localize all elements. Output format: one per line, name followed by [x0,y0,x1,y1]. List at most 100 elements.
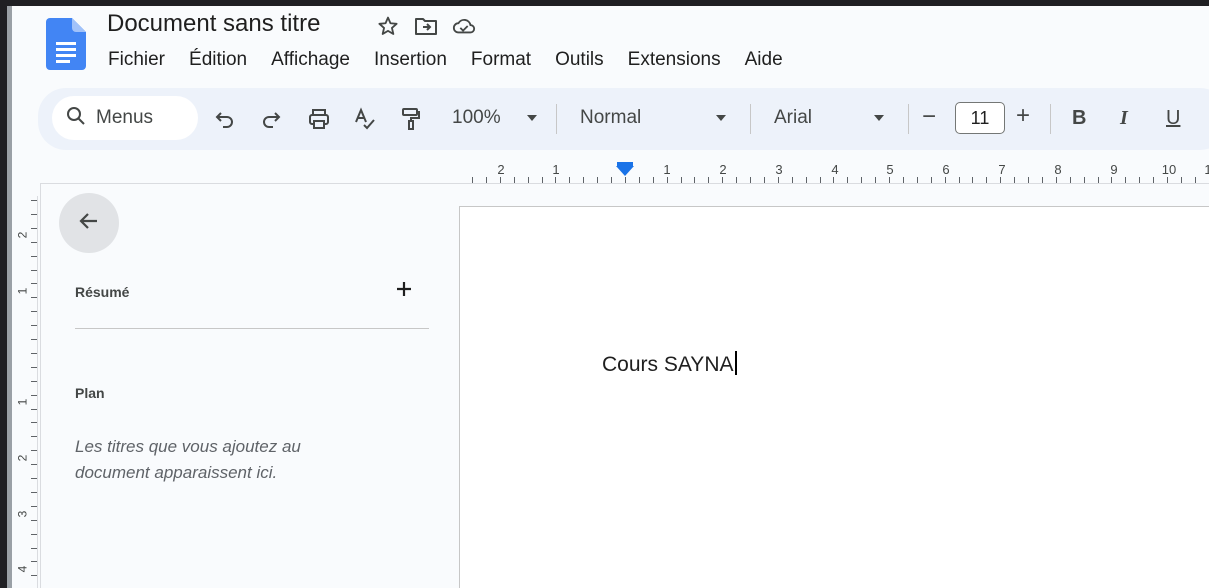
bold-button[interactable]: B [1072,107,1086,130]
ruler-tick [652,177,654,183]
ruler-tick [1014,177,1016,183]
ruler-tick [31,408,37,410]
ruler-tick [485,177,487,183]
left-indent-handle[interactable] [616,166,634,176]
ruler-tick [31,297,37,299]
vertical-ruler[interactable]: 2 1 1 2 3 4 [12,196,38,588]
outline-heading: Plan [75,385,105,401]
ruler-tick [513,177,515,183]
document-page[interactable]: Cours SAYNA [459,206,1209,588]
increase-font-size-button[interactable]: + [1016,102,1030,130]
menu-file[interactable]: Fichier [100,46,173,74]
print-icon[interactable] [306,106,332,132]
ruler-tick [31,283,37,285]
ruler-tick [1153,177,1155,183]
redo-icon[interactable] [258,106,284,132]
search-icon [66,106,86,131]
menu-tools[interactable]: Outils [547,46,612,74]
decrease-font-size-button[interactable]: − [922,103,936,131]
zoom-value[interactable]: 100% [452,107,501,129]
ruler-tick [31,200,37,201]
ruler-tick [31,422,37,424]
move-to-folder-icon[interactable] [414,14,438,38]
menu-help[interactable]: Aide [737,46,791,74]
outline-hint: Les titres que vous ajoutez au document … [75,437,301,482]
ruler-tick [694,177,696,183]
ruler-tick [791,177,793,183]
document-body-text[interactable]: Cours SAYNA [602,351,737,377]
close-outline-button[interactable] [59,193,119,253]
add-summary-button[interactable] [393,280,415,302]
toolbar-separator [750,104,751,134]
ruler-tick [31,547,37,549]
search-menus-button[interactable]: Menus [52,96,198,140]
ruler-tick [583,177,585,183]
ruler-tick [31,561,37,563]
undo-icon[interactable] [212,106,238,132]
ruler-tick [1194,177,1196,183]
ruler-number: 5 [886,162,894,177]
ruler-tick [611,177,612,183]
ruler-number: 1 [552,162,560,177]
ruler-tick [31,464,37,466]
zoom-caret-icon[interactable] [527,115,537,121]
toolbar: Menus 100% Normal Arial − 11 + B I U [38,88,1209,150]
ruler-tick [958,177,960,183]
ruler-number: 10 [1161,162,1177,177]
ruler-tick [31,241,37,243]
italic-button[interactable]: I [1120,107,1128,130]
ruler-number: 2 [15,454,30,462]
spellcheck-icon[interactable] [352,106,378,132]
toolbar-separator [556,104,557,134]
underline-button[interactable]: U [1166,107,1180,130]
menu-edit[interactable]: Édition [181,46,255,74]
ruler-tick [847,177,849,183]
ruler-tick [31,450,37,452]
ruler-tick [680,177,682,183]
font-caret-icon[interactable] [874,115,884,121]
ruler-tick [972,177,974,183]
ruler-tick [1125,177,1127,183]
ruler-number: 2 [497,162,505,177]
style-select[interactable]: Normal [580,107,641,129]
ruler-tick [819,177,821,183]
menu-extensions[interactable]: Extensions [620,46,729,74]
menu-view[interactable]: Affichage [263,46,358,74]
ruler-tick [541,177,543,183]
ruler-tick [916,177,918,183]
ruler-tick [1111,177,1113,183]
ruler-number: 3 [15,510,30,518]
style-caret-icon[interactable] [716,115,726,121]
ruler-tick [31,380,37,382]
ruler-tick [833,177,835,183]
ruler-number: 4 [15,565,30,573]
outline-divider [75,328,429,329]
ruler-tick [986,177,988,183]
ruler-number: 4 [831,162,839,177]
docs-app: Document sans titre Fichier Édition Affi… [12,6,1209,588]
ruler-number: 6 [942,162,950,177]
ruler-tick [944,177,946,183]
body-text-content: Cours SAYNA [602,353,734,376]
ruler-number: 3 [775,162,783,177]
ruler-number: 1 [663,162,671,177]
star-icon[interactable] [376,14,400,38]
summary-heading: Résumé [75,284,130,300]
ruler-number: 2 [15,231,30,239]
font-size-input[interactable]: 11 [955,102,1005,134]
horizontal-ruler[interactable]: 2 1 1 2 3 4 5 6 7 8 9 10 1 [40,154,1209,184]
ruler-tick [638,177,640,183]
menu-format[interactable]: Format [463,46,539,74]
menu-insert[interactable]: Insertion [366,46,455,74]
ruler-tick [31,394,37,396]
ruler-tick [902,177,904,183]
cloud-saved-icon[interactable] [452,14,476,38]
docs-logo-icon[interactable] [46,18,86,70]
search-menus-label: Menus [96,107,154,128]
ruler-tick [1055,177,1057,183]
paint-format-icon[interactable] [398,106,424,132]
ruler-number: 7 [998,162,1006,177]
document-title[interactable]: Document sans titre [107,10,320,38]
font-select[interactable]: Arial [774,107,812,129]
ruler-tick [1000,177,1002,183]
